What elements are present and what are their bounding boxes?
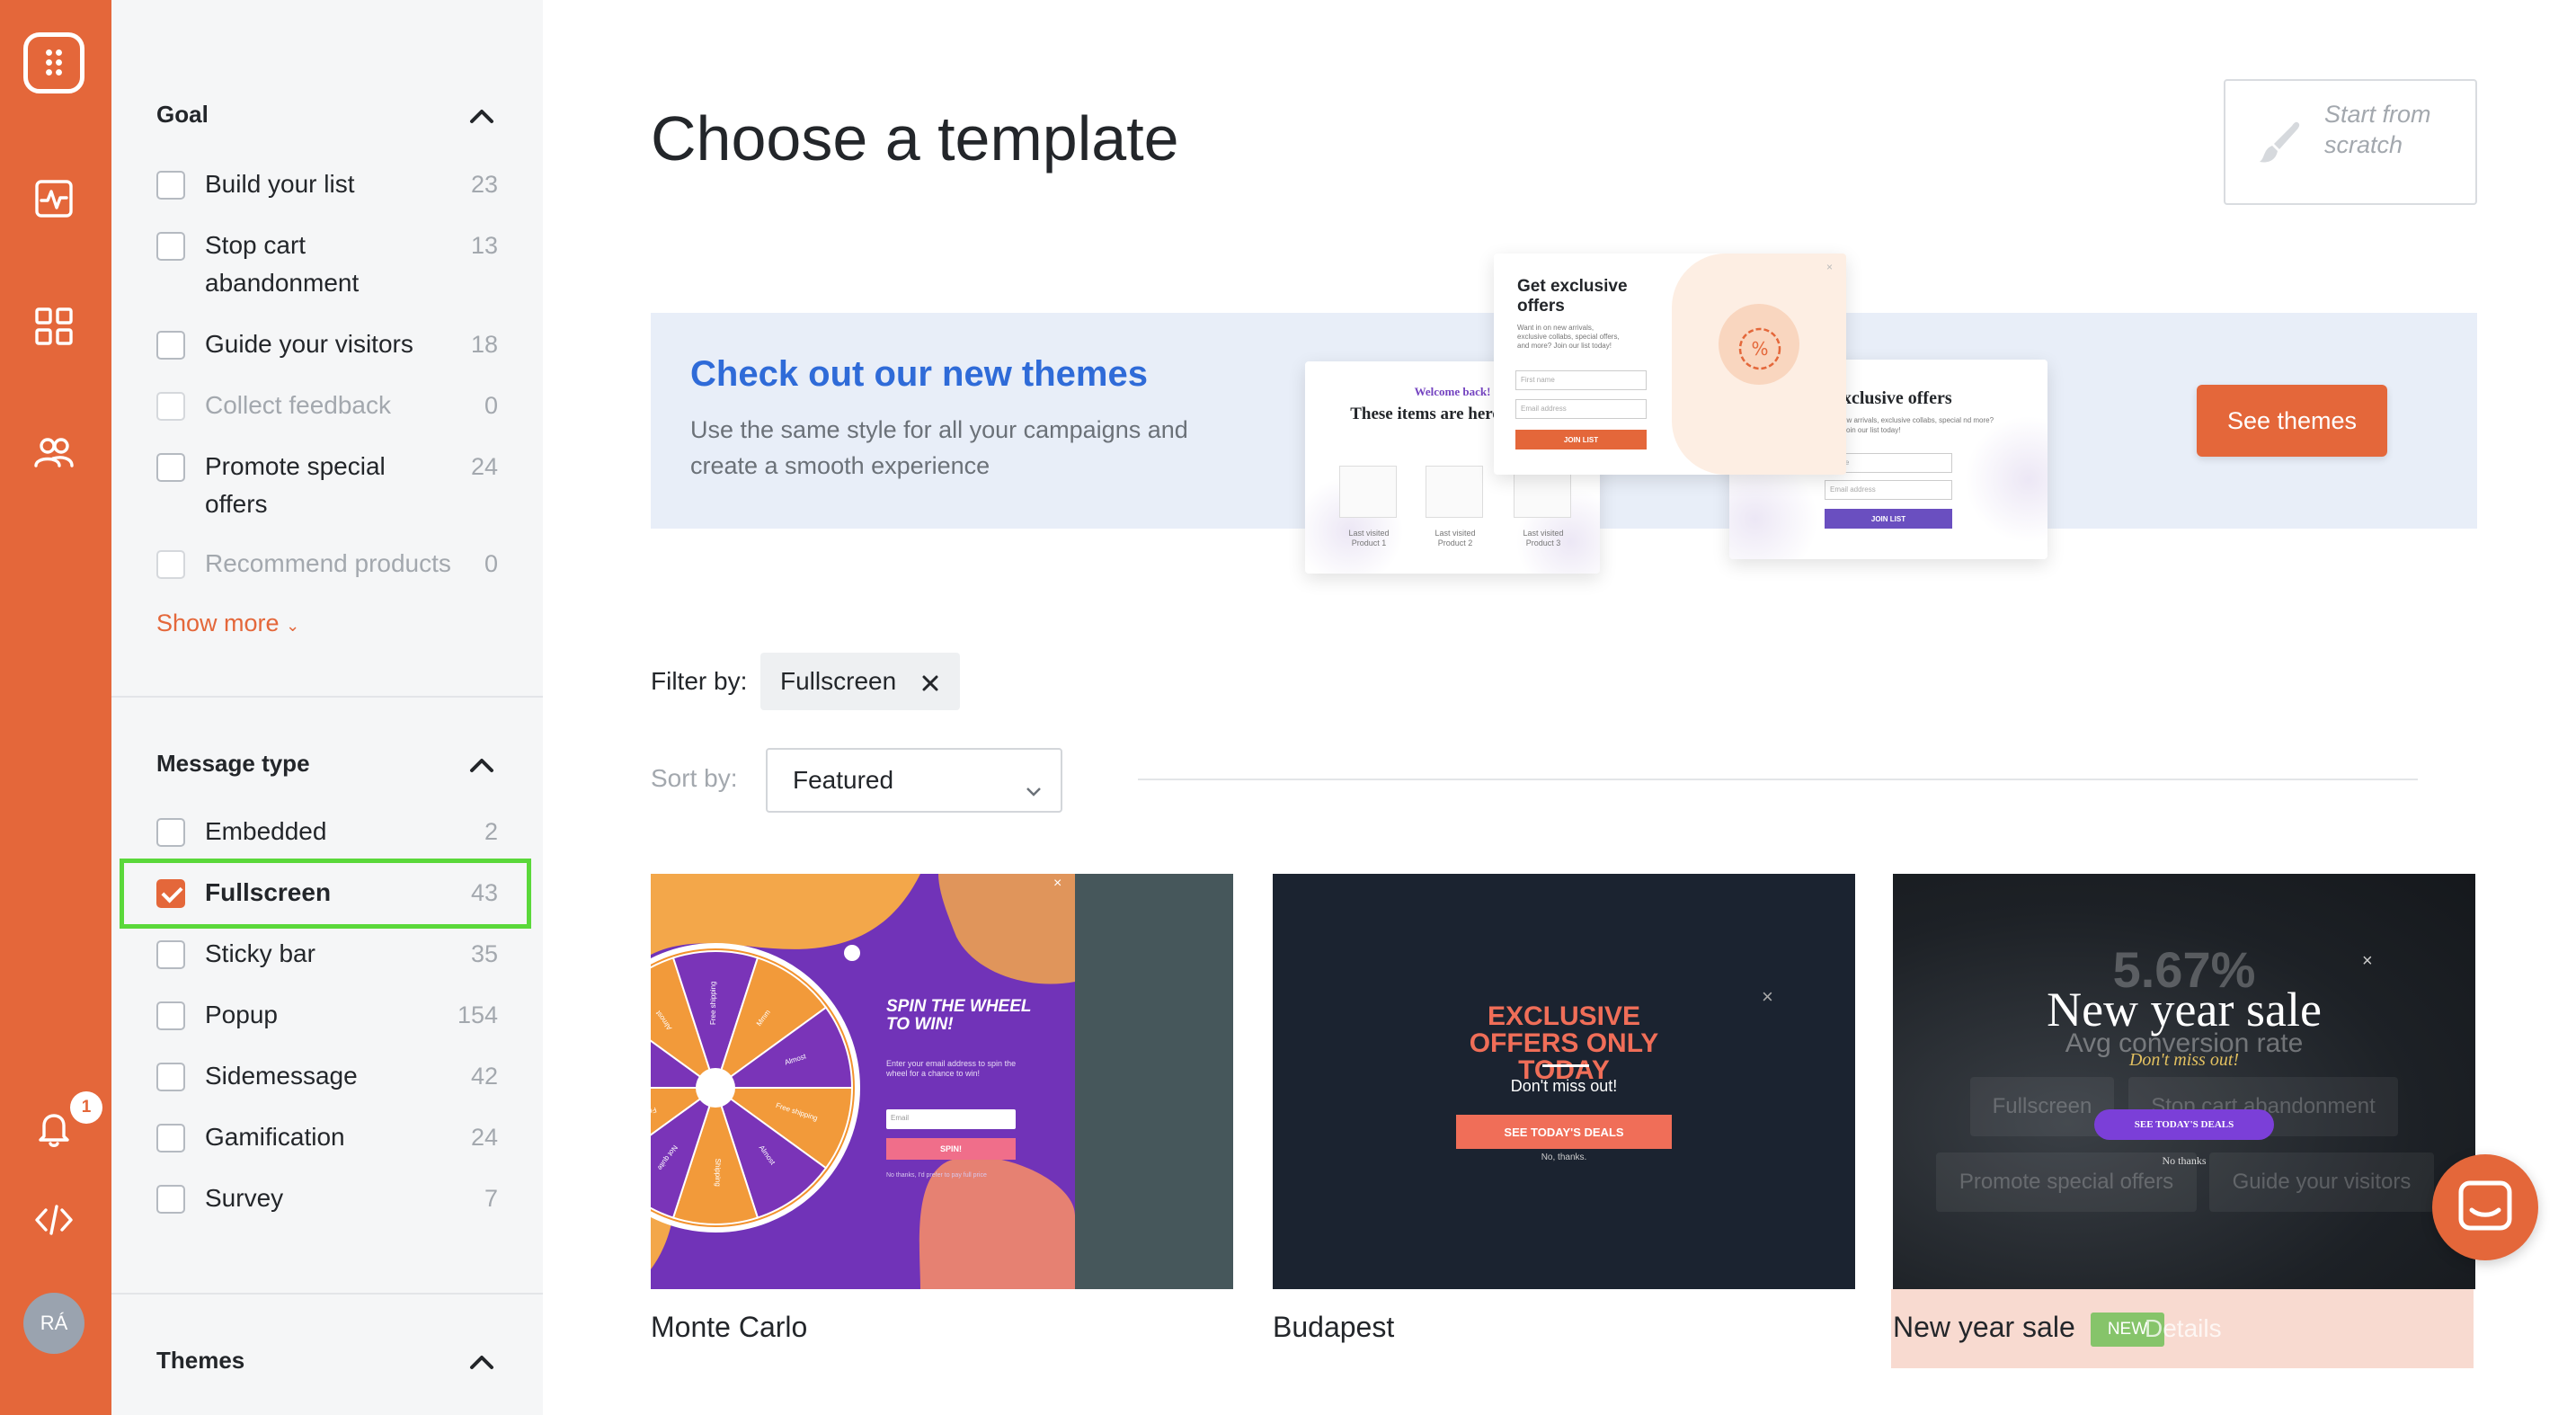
selected-option-highlight (120, 859, 531, 929)
sort-select[interactable]: Featured (766, 748, 1062, 813)
wheel-hub (696, 1068, 735, 1108)
template-name[interactable]: New year sale (1893, 1311, 2075, 1344)
notification-count-badge: 1 (70, 1091, 102, 1124)
chevron-up-icon[interactable] (469, 108, 494, 124)
analytics-icon[interactable] (33, 178, 75, 219)
divider (1138, 779, 2418, 780)
discount-badge-icon: % (1733, 322, 1787, 376)
tag-pill: Fullscreen (1970, 1077, 2114, 1136)
template-card-monte-carlo[interactable]: Free shippingAlmostShippingNot quiteFree… (651, 874, 1233, 1289)
paint-brush-icon (2252, 117, 2306, 171)
checkbox (156, 550, 185, 579)
code-icon[interactable] (33, 1199, 75, 1241)
goal-option-guide-visitors[interactable]: Guide your visitors 18 (156, 325, 498, 363)
message-type-option-embedded[interactable]: Embedded 2 (156, 813, 498, 850)
message-type-option-sticky-bar[interactable]: Sticky bar 35 (156, 935, 498, 973)
wheel-label: Free shipping (709, 982, 717, 1025)
message-type-option-popup[interactable]: Popup 154 (156, 996, 498, 1034)
filter-by-label: Filter by: (651, 667, 748, 695)
close-icon: × (1826, 261, 1834, 273)
goal-option-build-list[interactable]: Build your list 23 (156, 165, 498, 203)
sort-by-label: Sort by: (651, 764, 738, 792)
message-type-option-sidemessage[interactable]: Sidemessage 42 (156, 1057, 498, 1095)
chevron-down-icon: ⌄ (286, 617, 300, 635)
spin-wheel: Free shippingAlmostShippingNot quiteFree… (651, 945, 860, 1225)
svg-text:%: % (1751, 338, 1768, 360)
wheel-pointer (844, 945, 860, 961)
checkbox[interactable] (156, 232, 185, 261)
banner-text: Use the same style for all your campaign… (690, 416, 1188, 479)
message-type-option-gamification[interactable]: Gamification 24 (156, 1118, 498, 1156)
campaigns-grid-icon[interactable] (33, 306, 75, 347)
wheel-label: Shipping (714, 1159, 722, 1187)
template-name[interactable]: Monte Carlo (651, 1311, 807, 1344)
filter-sidebar: Goal Build your list 23 Stop cart abandon… (111, 0, 543, 1415)
checkbox[interactable] (156, 818, 185, 847)
page-title: Choose a template (651, 103, 1179, 174)
checkbox[interactable] (156, 1001, 185, 1030)
message-type-option-survey[interactable]: Survey 7 (156, 1179, 498, 1217)
start-from-scratch-label: Start from scratch (2324, 101, 2431, 158)
checkbox[interactable] (156, 1124, 185, 1152)
goal-section-title[interactable]: Goal (156, 101, 209, 129)
subscribers-icon[interactable] (33, 432, 75, 473)
chat-icon (2458, 1180, 2512, 1231)
checkbox[interactable] (156, 940, 185, 969)
goal-option-promote-offers[interactable]: Promote special offers 24 (156, 448, 498, 523)
close-icon: × (1053, 876, 1062, 891)
see-themes-button[interactable]: See themes (2197, 385, 2387, 457)
chevron-up-icon[interactable] (469, 757, 494, 773)
chat-launcher-button[interactable] (2432, 1154, 2538, 1260)
divider (111, 1293, 543, 1295)
banner-heading[interactable]: Check out our new themes (690, 354, 1148, 395)
app-logo-icon[interactable] (23, 32, 84, 93)
checkbox[interactable] (156, 171, 185, 200)
budapest-heading: EXCLUSIVE OFFERS ONLY TODAY (1469, 1001, 1659, 1085)
goal-option-collect-feedback: Collect feedback 0 (156, 387, 498, 424)
details-link[interactable]: Details (2145, 1314, 2222, 1343)
chevron-up-icon[interactable] (469, 1354, 494, 1370)
template-card-budapest[interactable]: × EXCLUSIVE OFFERS ONLY TODAY Don't miss… (1273, 874, 1855, 1289)
checkbox (156, 392, 185, 421)
divider (111, 696, 543, 698)
goal-option-stop-cart[interactable]: Stop cart abandonment 13 (156, 227, 498, 302)
checkbox[interactable] (156, 331, 185, 360)
notifications-bell-icon[interactable] (33, 1108, 75, 1149)
divider (1542, 1064, 1589, 1067)
close-icon: × (2362, 951, 2373, 971)
avatar[interactable]: RÁ (23, 1293, 84, 1354)
checkbox[interactable] (156, 1185, 185, 1214)
chevron-down-icon (1025, 775, 1043, 796)
goal-option-recommend-products: Recommend products 0 (156, 545, 498, 583)
checkbox[interactable] (156, 1063, 185, 1091)
checkbox[interactable] (156, 453, 185, 482)
filter-chip-fullscreen[interactable]: Fullscreen (760, 653, 960, 710)
template-card-new-year-sale[interactable]: 5.67% New year sale Avg conversion rate … (1893, 874, 2475, 1289)
message-type-section-title[interactable]: Message type (156, 750, 310, 778)
left-nav-rail: 1 RÁ (0, 0, 111, 1415)
themes-section-title[interactable]: Themes (156, 1347, 244, 1375)
theme-preview-center: % Get exclusive offers Want in on new ar… (1494, 254, 1846, 475)
close-icon[interactable] (920, 671, 940, 691)
spin-heading: SPIN THE WHEEL TO WIN! (886, 997, 1032, 1034)
template-name[interactable]: Budapest (1273, 1311, 1394, 1344)
show-more-link[interactable]: Show more ⌄ (156, 610, 299, 637)
start-from-scratch-button[interactable]: Start from scratch (2224, 79, 2477, 205)
close-icon: × (1762, 985, 1773, 1008)
